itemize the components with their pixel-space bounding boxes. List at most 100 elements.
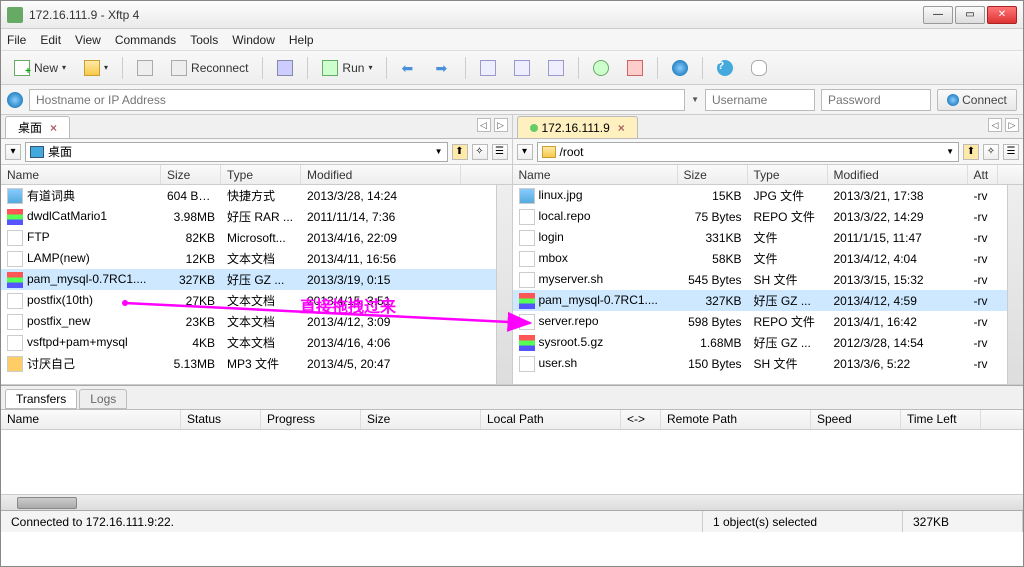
col-direction[interactable]: <-> xyxy=(621,410,661,429)
col-status[interactable]: Status xyxy=(181,410,261,429)
file-row[interactable]: pam_mysql-0.7RC1....327KB好压 GZ ...2013/4… xyxy=(513,290,1024,311)
col-attr[interactable]: Att xyxy=(968,165,998,184)
col-name[interactable]: Name xyxy=(513,165,678,184)
back-button[interactable]: ⬅ xyxy=(394,56,424,80)
file-row[interactable]: postfix(10th)27KB文本文档2013/4/15, 3:51 xyxy=(1,290,512,311)
tab-prev-icon[interactable]: ◁ xyxy=(477,118,491,132)
logs-tab[interactable]: Logs xyxy=(79,389,127,409)
file-row[interactable]: local.repo75 BytesREPO 文件2013/3/22, 14:2… xyxy=(513,206,1024,227)
maximize-button[interactable]: ▭ xyxy=(955,6,985,24)
tab-next-icon[interactable]: ▷ xyxy=(494,118,508,132)
file-row[interactable]: user.sh150 BytesSH 文件2013/3/6, 5:22-rv xyxy=(513,353,1024,374)
menu-window[interactable]: Window xyxy=(232,33,275,47)
file-icon xyxy=(7,188,23,204)
refresh-button[interactable] xyxy=(586,56,616,80)
col-type[interactable]: Type xyxy=(221,165,301,184)
tab-next-icon[interactable]: ▷ xyxy=(1005,118,1019,132)
menu-view[interactable]: View xyxy=(75,33,101,47)
h-scrollbar[interactable] xyxy=(1,494,1023,510)
file-row[interactable]: mbox58KB文件2013/4/12, 4:04-rv xyxy=(513,248,1024,269)
view-mode-button[interactable]: ☰ xyxy=(1003,144,1019,160)
props-button[interactable] xyxy=(270,56,300,80)
up-folder-button[interactable]: ⬆ xyxy=(963,144,979,160)
remote-path-dropdown[interactable]: /root▼ xyxy=(537,142,960,162)
chat-button[interactable] xyxy=(744,56,774,80)
col-modified[interactable]: Modified xyxy=(828,165,968,184)
transfers-tab[interactable]: Transfers xyxy=(5,389,77,409)
scrollbar[interactable] xyxy=(496,185,512,384)
menu-help[interactable]: Help xyxy=(289,33,314,47)
file-row[interactable]: postfix_new23KB文本文档2013/4/12, 3:09 xyxy=(1,311,512,332)
view-mode-button[interactable]: ☰ xyxy=(492,144,508,160)
file-row[interactable]: 有道词典604 Bytes快捷方式2013/3/28, 14:24 xyxy=(1,185,512,206)
host-input[interactable] xyxy=(29,89,685,111)
col-size[interactable]: Size xyxy=(678,165,748,184)
menu-file[interactable]: File xyxy=(7,33,26,47)
globe-button[interactable] xyxy=(665,56,695,80)
run-button[interactable]: Run▾ xyxy=(315,56,379,80)
file-row[interactable]: LAMP(new)12KB文本文档2013/4/11, 16:56 xyxy=(1,248,512,269)
help-button[interactable]: ? xyxy=(710,56,740,80)
close-button[interactable]: ✕ xyxy=(987,6,1017,24)
file-row[interactable]: pam_mysql-0.7RC1....327KB好压 GZ ...2013/3… xyxy=(1,269,512,290)
tab-prev-icon[interactable]: ◁ xyxy=(988,118,1002,132)
close-icon[interactable]: × xyxy=(618,121,625,135)
col-progress[interactable]: Progress xyxy=(261,410,361,429)
close-icon[interactable]: × xyxy=(50,121,57,135)
new-folder-button[interactable]: ✧ xyxy=(472,144,488,160)
menu-tools[interactable]: Tools xyxy=(190,33,218,47)
folder-icon xyxy=(542,146,556,158)
run-icon xyxy=(322,60,338,76)
col-name[interactable]: Name xyxy=(1,165,161,184)
stop-button[interactable] xyxy=(620,56,650,80)
file-row[interactable]: linux.jpg15KBJPG 文件2013/3/21, 17:38-rv xyxy=(513,185,1024,206)
remote-file-list[interactable]: linux.jpg15KBJPG 文件2013/3/21, 17:38-rvlo… xyxy=(513,185,1024,384)
col-type[interactable]: Type xyxy=(748,165,828,184)
file-row[interactable]: myserver.sh545 BytesSH 文件2013/3/15, 15:3… xyxy=(513,269,1024,290)
file-row[interactable]: sysroot.5.gz1.68MB好压 GZ ...2012/3/28, 14… xyxy=(513,332,1024,353)
reconnect-button[interactable]: Reconnect xyxy=(164,56,255,80)
up-folder-button[interactable]: ⬆ xyxy=(452,144,468,160)
password-input[interactable] xyxy=(821,89,931,111)
file-icon xyxy=(519,314,535,330)
file-row[interactable]: vsftpd+pam+mysql4KB文本文档2013/4/16, 4:06 xyxy=(1,332,512,353)
col-local[interactable]: Local Path xyxy=(481,410,621,429)
local-file-list[interactable]: 有道词典604 Bytes快捷方式2013/3/28, 14:24dwdlCat… xyxy=(1,185,512,384)
history-button[interactable]: ▾ xyxy=(5,144,21,160)
history-button[interactable]: ▾ xyxy=(517,144,533,160)
col-speed[interactable]: Speed xyxy=(811,410,901,429)
col-size[interactable]: Size xyxy=(361,410,481,429)
col-modified[interactable]: Modified xyxy=(301,165,461,184)
file-row[interactable]: dwdlCatMario13.98MB好压 RAR ...2011/11/14,… xyxy=(1,206,512,227)
tool-icon xyxy=(514,60,530,76)
disconnect-button[interactable] xyxy=(130,56,160,80)
menu-edit[interactable]: Edit xyxy=(40,33,61,47)
col-time[interactable]: Time Left xyxy=(901,410,981,429)
local-tab[interactable]: 桌面× xyxy=(5,116,70,138)
file-row[interactable]: login331KB文件2011/1/15, 11:47-rv xyxy=(513,227,1024,248)
remote-tab[interactable]: 172.16.111.9× xyxy=(517,116,638,138)
col-remote[interactable]: Remote Path xyxy=(661,410,811,429)
local-path-dropdown[interactable]: 桌面▼ xyxy=(25,142,448,162)
open-button[interactable]: ▾ xyxy=(77,56,115,80)
file-row[interactable]: server.repo598 BytesREPO 文件2013/4/1, 16:… xyxy=(513,311,1024,332)
username-input[interactable] xyxy=(705,89,815,111)
col-name[interactable]: Name xyxy=(1,410,181,429)
tool-b[interactable] xyxy=(507,56,537,80)
toolbar: New▾ ▾ Reconnect Run▾ ⬅ ➡ ? xyxy=(1,51,1023,85)
file-row[interactable]: FTP82KBMicrosoft...2013/4/16, 22:09 xyxy=(1,227,512,248)
new-folder-button[interactable]: ✧ xyxy=(983,144,999,160)
file-row[interactable]: 讨厌自己5.13MBMP3 文件2013/4/5, 20:47 xyxy=(1,353,512,374)
host-dropdown-icon[interactable]: ▼ xyxy=(691,95,699,104)
tool-a[interactable] xyxy=(473,56,503,80)
minimize-button[interactable]: — xyxy=(923,6,953,24)
scrollbar[interactable] xyxy=(1007,185,1023,384)
connect-button[interactable]: Connect xyxy=(937,89,1017,111)
file-icon xyxy=(7,335,23,351)
remote-pane: 172.16.111.9× ◁▷ ▾ /root▼ ⬆ ✧ ☰ Name Siz… xyxy=(513,115,1024,384)
tool-c[interactable] xyxy=(541,56,571,80)
forward-button[interactable]: ➡ xyxy=(428,56,458,80)
menu-commands[interactable]: Commands xyxy=(115,33,176,47)
col-size[interactable]: Size xyxy=(161,165,221,184)
new-button[interactable]: New▾ xyxy=(7,56,73,80)
